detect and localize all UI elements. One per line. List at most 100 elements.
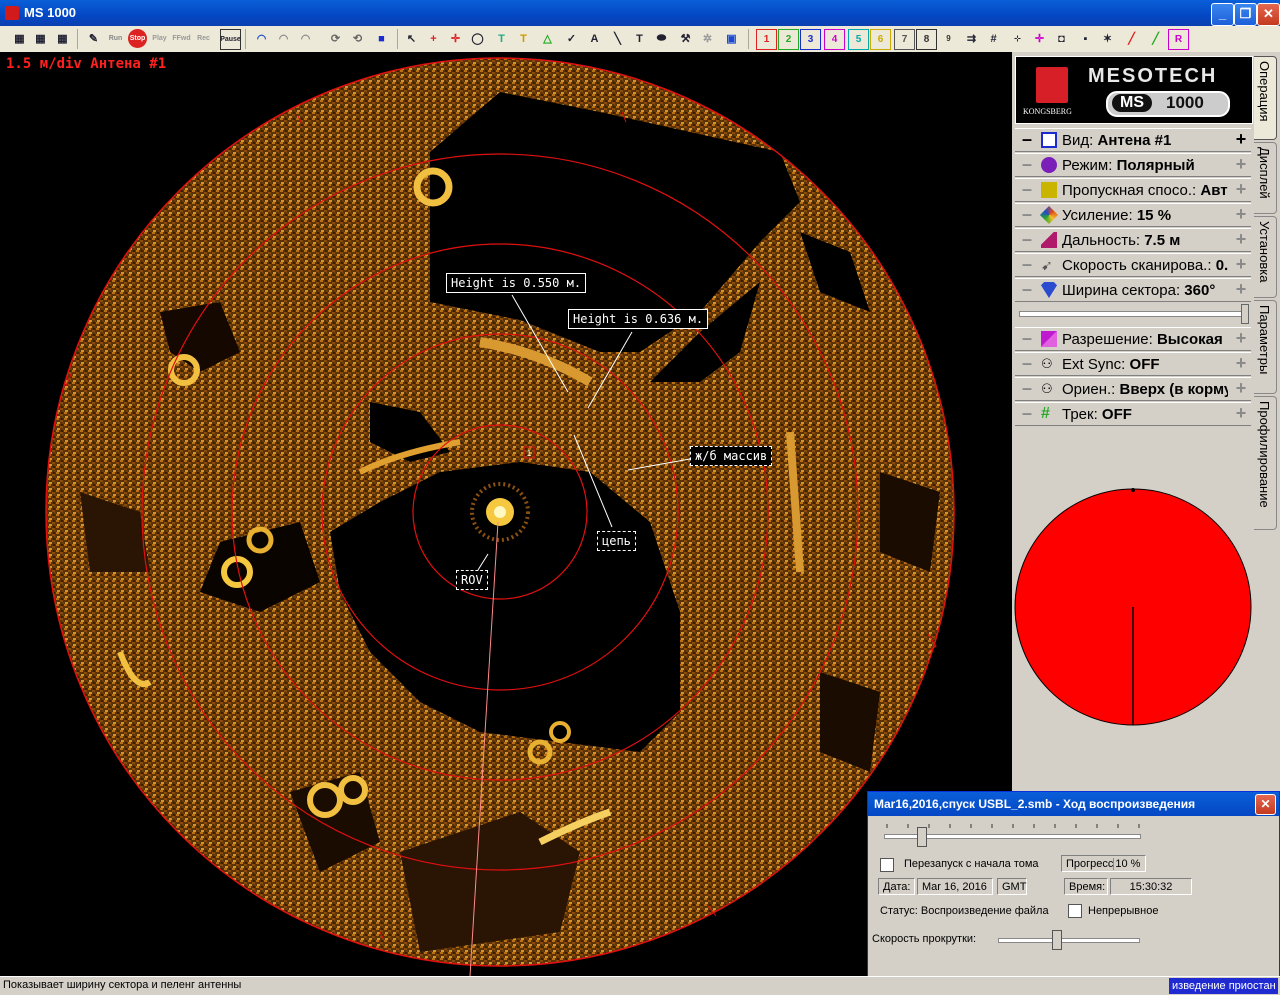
- save-icon[interactable]: ▦: [31, 29, 50, 48]
- track-decrease-button[interactable]: –: [1017, 404, 1037, 424]
- target-9-icon[interactable]: 9: [939, 29, 958, 48]
- target-1-icon[interactable]: 1: [756, 29, 777, 50]
- camera-icon[interactable]: ■: [372, 29, 391, 48]
- mode-value: Полярный: [1116, 157, 1195, 174]
- offset-icon[interactable]: ⊹: [1008, 29, 1027, 48]
- chain-annotation[interactable]: цепь: [597, 531, 636, 551]
- speed-thumb[interactable]: [1052, 930, 1063, 950]
- massif-annotation[interactable]: ж/б массив: [690, 446, 773, 466]
- continuous-checkbox[interactable]: [1068, 904, 1082, 918]
- grid-icon[interactable]: #: [984, 29, 1003, 48]
- ext-sync-increase-button[interactable]: +: [1231, 354, 1251, 374]
- height-annotation-1[interactable]: Height is 0.550 м.: [446, 273, 587, 293]
- orientation-decrease-button[interactable]: –: [1017, 379, 1037, 399]
- ext-sync-decrease-button[interactable]: –: [1017, 354, 1037, 374]
- gain-decrease-button[interactable]: –: [1017, 205, 1037, 225]
- track-increase-button[interactable]: +: [1231, 404, 1251, 424]
- target-4-icon[interactable]: 4: [824, 29, 845, 50]
- pointer-icon[interactable]: ↖: [402, 29, 421, 48]
- target-7-icon[interactable]: 7: [894, 29, 915, 50]
- pause-button[interactable]: Pause: [220, 29, 241, 50]
- range-increase-button[interactable]: +: [1231, 230, 1251, 250]
- restart-checkbox[interactable]: [880, 858, 894, 872]
- arc-icon[interactable]: ◠: [252, 29, 271, 48]
- tab-parameters[interactable]: Параметры: [1254, 300, 1277, 394]
- height-annotation-2[interactable]: Height is 0.636 м.: [568, 309, 709, 329]
- sector-width-increase-button[interactable]: +: [1231, 280, 1251, 300]
- triangle-icon[interactable]: △: [538, 29, 557, 48]
- play-button[interactable]: Play: [150, 29, 169, 48]
- star-icon[interactable]: ✶: [1098, 29, 1117, 48]
- tab-profiling[interactable]: Профилирование: [1254, 396, 1277, 530]
- scan-speed-increase-button[interactable]: +: [1231, 255, 1251, 275]
- arc2-icon[interactable]: ◠: [274, 29, 293, 48]
- maximize-button[interactable]: ❐: [1234, 3, 1257, 26]
- sector-slider-track[interactable]: [1019, 311, 1247, 317]
- sector-indicator[interactable]: [1014, 488, 1252, 726]
- print-icon[interactable]: ▦: [53, 29, 72, 48]
- crosshair-icon[interactable]: +: [424, 29, 443, 48]
- throughput-decrease-button[interactable]: –: [1017, 180, 1037, 200]
- square-dot-icon[interactable]: ▪: [1076, 29, 1095, 48]
- playback-close-button[interactable]: ✕: [1255, 794, 1276, 815]
- rov-annotation[interactable]: ROV: [456, 570, 488, 590]
- refresh-icon[interactable]: ⟳: [326, 29, 345, 48]
- green-pen-icon[interactable]: ╱: [1146, 29, 1165, 48]
- sonar-display[interactable]: 1 1.5 м/div Антена #1 Height is 0.550 м.…: [0, 52, 1012, 976]
- close-button[interactable]: ✕: [1257, 3, 1280, 26]
- tab-setup[interactable]: Установка: [1254, 216, 1277, 298]
- resolution-decrease-button[interactable]: –: [1017, 329, 1037, 349]
- sector-width-decrease-button[interactable]: –: [1017, 280, 1037, 300]
- target-3-icon[interactable]: 3: [800, 29, 821, 50]
- view-decrease-button[interactable]: –: [1017, 130, 1037, 150]
- open-icon[interactable]: ▦: [10, 29, 29, 48]
- minimize-button[interactable]: _: [1211, 3, 1234, 26]
- text-tool-icon[interactable]: T: [492, 29, 511, 48]
- throughput-increase-button[interactable]: +: [1231, 180, 1251, 200]
- resolution-increase-button[interactable]: +: [1231, 329, 1251, 349]
- red-pen-icon[interactable]: ╱: [1122, 29, 1141, 48]
- mode-increase-button[interactable]: +: [1231, 155, 1251, 175]
- target-8-icon[interactable]: 8: [916, 29, 937, 50]
- playback-position-thumb[interactable]: [916, 827, 927, 847]
- cycle-icon[interactable]: ⟲: [348, 29, 367, 48]
- sector-slider-thumb[interactable]: [1241, 304, 1249, 324]
- ellipse-icon[interactable]: ⬬: [652, 29, 671, 48]
- callout-icon[interactable]: ◯: [468, 29, 487, 48]
- orientation-increase-button[interactable]: +: [1231, 379, 1251, 399]
- view-increase-button[interactable]: +: [1231, 130, 1251, 150]
- target-5-icon[interactable]: 5: [848, 29, 869, 50]
- cube-icon[interactable]: ▣: [722, 29, 741, 48]
- run-button[interactable]: Run: [106, 29, 125, 48]
- hammer-icon[interactable]: ⚒: [676, 29, 695, 48]
- text-tool2-icon[interactable]: T: [514, 29, 533, 48]
- rec-button[interactable]: Rec: [194, 29, 213, 48]
- tab-operation[interactable]: Операция: [1254, 56, 1277, 140]
- scan-speed-decrease-button[interactable]: –: [1017, 255, 1037, 275]
- sector-slider[interactable]: [1015, 302, 1251, 324]
- arrows-icon[interactable]: ⇉: [962, 29, 981, 48]
- gear-tool-icon[interactable]: ✲: [698, 29, 717, 48]
- logo-maker: KONGSBERG: [1023, 107, 1072, 116]
- target-6-icon[interactable]: 6: [870, 29, 891, 50]
- arc3-icon[interactable]: ◠: [296, 29, 315, 48]
- gain-increase-button[interactable]: +: [1231, 205, 1251, 225]
- ffwd-button[interactable]: FFwd: [172, 29, 191, 48]
- speed-label: Скорость прокрутки:: [872, 933, 977, 945]
- record-marker-icon[interactable]: R: [1168, 29, 1189, 50]
- tab-display[interactable]: Дисплей: [1254, 142, 1277, 214]
- cross-marker-icon[interactable]: ✛: [1030, 29, 1049, 48]
- text-icon[interactable]: T: [630, 29, 649, 48]
- eraser-icon[interactable]: ✎: [84, 29, 103, 48]
- mode-decrease-button[interactable]: –: [1017, 155, 1037, 175]
- resolution-value: Высокая: [1156, 331, 1223, 348]
- stop-button[interactable]: Stop: [128, 29, 147, 48]
- speed-track[interactable]: [998, 938, 1140, 943]
- target-2-icon[interactable]: 2: [778, 29, 799, 50]
- line-icon[interactable]: ╲: [608, 29, 627, 48]
- square-marker-icon[interactable]: ◘: [1052, 29, 1071, 48]
- crosshair2-icon[interactable]: ✛: [446, 29, 465, 48]
- measure-icon[interactable]: ✓: [562, 29, 581, 48]
- font-icon[interactable]: A: [585, 29, 604, 48]
- range-decrease-button[interactable]: –: [1017, 230, 1037, 250]
